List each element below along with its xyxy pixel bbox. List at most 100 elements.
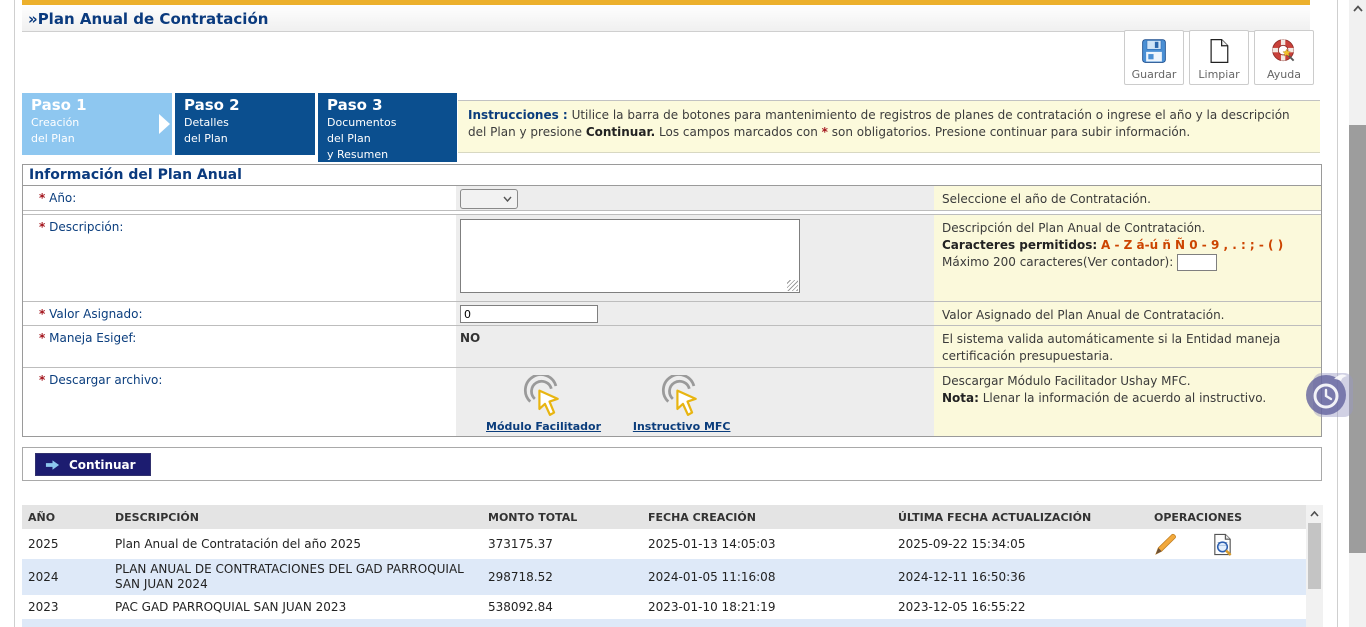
header-operaciones: OPERACIONES [1148, 511, 1306, 524]
form-section-title: Información del Plan Anual [23, 165, 1321, 186]
chevron-down-icon [503, 196, 512, 202]
cell-updated: 2025-09-22 15:34:05 [898, 537, 1148, 551]
table-row-2025: 2025 Plan Anual de Contratación del año … [22, 529, 1306, 559]
descripcion-help-line1: Descripción del Plan Anual de Contrataci… [942, 220, 1311, 237]
cell-updated: 2023-12-05 16:55:22 [898, 600, 1148, 614]
modulo-facilitador-link[interactable]: Módulo Facilitador [486, 375, 601, 433]
step-1-line2: del Plan [31, 131, 172, 147]
continue-button[interactable]: Continuar [35, 453, 151, 476]
right-border-rule [1337, 0, 1338, 627]
valor-help-cell: Valor Asignado del Plan Anual de Contrat… [934, 302, 1321, 325]
esigef-value: NO [460, 329, 934, 345]
esigef-label-cell: * Maneja Esigef: [23, 326, 456, 367]
pencil-icon[interactable] [1154, 533, 1177, 556]
instructions-text-2: Los campos marcados con [655, 125, 821, 139]
cell-operations [1148, 533, 1306, 556]
nota-text: Llenar la información de acuerdo al inst… [979, 391, 1266, 405]
cell-description: PLAN ANUAL DE CONTRATACIONES DEL GAD PAR… [115, 562, 488, 592]
descargar-label: Descargar archivo: [49, 373, 162, 387]
descargar-control-cell: Módulo Facilitador Instructivo MFC [456, 368, 934, 436]
form-row-esigef: * Maneja Esigef: NO El sistema valida au… [23, 326, 1321, 368]
required-asterisk: * [39, 373, 45, 387]
form-row-descripcion: * Descripción: Descripción del Plan Anua… [23, 215, 1321, 302]
scroll-up-icon[interactable] [1306, 505, 1323, 522]
instructivo-mfc-link[interactable]: Instructivo MFC [633, 375, 731, 433]
instructions-text-3: son obligatorios. Presione continuar par… [828, 125, 1190, 139]
esigef-label: Maneja Esigef: [49, 331, 136, 345]
timer-widget-icon [1303, 370, 1351, 418]
descargar-help-cell: Descargar Módulo Facilitador Ushay MFC. … [934, 368, 1321, 436]
step-2-detalles[interactable]: Paso 2 Detalles del Plan [175, 93, 315, 155]
header-ultima-actualizacion: ÚLTIMA FECHA ACTUALIZACIÓN [898, 511, 1148, 524]
descripcion-control-cell [456, 215, 934, 301]
caracteres-permitidos-chars: A - Z á-ú ñ Ñ 0 - 9 , . : ; - ( ) [1101, 238, 1283, 252]
cell-updated: 2024-12-11 16:50:36 [898, 570, 1148, 584]
nota-label: Nota: [942, 391, 979, 405]
plan-anual-page: »Plan Anual de Contratación Guardar Limp… [0, 0, 1366, 627]
form-row-ano: * Año: Seleccione el año de Contratación… [23, 186, 1321, 211]
valor-input[interactable] [460, 305, 598, 323]
table-scrollbar-thumb[interactable] [1308, 523, 1321, 589]
header-ano: AÑO [22, 511, 115, 524]
instructions-box: Instrucciones : Utilice la barra de boto… [458, 100, 1320, 153]
cell-description: Plan Anual de Contratación del año 2025 [115, 537, 488, 552]
clear-button[interactable]: Limpiar [1189, 30, 1249, 85]
required-asterisk: * [39, 331, 45, 345]
instructivo-mfc-label: Instructivo MFC [633, 420, 731, 433]
cell-created: 2024-01-05 11:16:08 [648, 570, 898, 584]
cell-year: 2024 [22, 570, 115, 584]
esigef-control-cell: NO [456, 326, 934, 367]
cell-year: 2025 [22, 537, 115, 551]
step-1-creacion[interactable]: Paso 1 Creación del Plan [22, 93, 172, 155]
header-monto-total: MONTO TOTAL [488, 511, 648, 524]
year-select[interactable] [460, 189, 518, 209]
step-2-title: Paso 2 [184, 96, 315, 115]
save-button[interactable]: Guardar [1124, 30, 1184, 85]
step-3-documentos[interactable]: Paso 3 Documentos del Plan y Resumen [318, 93, 457, 162]
click-download-icon [521, 375, 567, 419]
form-row-valor: * Valor Asignado: Valor Asignado del Pla… [23, 302, 1321, 326]
continue-arrow-icon [45, 459, 60, 471]
click-download-icon [659, 375, 705, 419]
valor-control-cell [456, 302, 934, 325]
floppy-disk-icon [1140, 37, 1168, 65]
page-scrollbar-thumb[interactable] [1349, 125, 1366, 553]
step-3-line3: y Resumen [327, 147, 457, 163]
modulo-facilitador-label: Módulo Facilitador [486, 420, 601, 433]
required-asterisk: * [39, 307, 45, 321]
preview-document-icon[interactable] [1211, 533, 1234, 556]
left-border-rule [14, 0, 15, 627]
descripcion-textarea[interactable] [460, 219, 800, 293]
continue-bar: Continuar [22, 447, 1322, 481]
step-3-title: Paso 3 [327, 96, 457, 115]
timer-extension-widget[interactable] [1303, 370, 1353, 420]
step-2-line1: Detalles [184, 115, 315, 131]
help-button[interactable]: Ayuda [1254, 30, 1314, 85]
scroll-up-icon[interactable] [1349, 0, 1366, 17]
form-row-descargar: * Descargar archivo: Módulo Facilitador [23, 368, 1321, 436]
step-3-line1: Documentos [327, 115, 457, 131]
valor-help-text: Valor Asignado del Plan Anual de Contrat… [942, 308, 1225, 322]
required-asterisk: * [39, 191, 45, 205]
plan-form: Información del Plan Anual * Año: Selecc… [22, 164, 1322, 437]
page-scrollbar[interactable] [1349, 0, 1366, 627]
descripcion-label-cell: * Descripción: [23, 215, 456, 301]
step-3-line2: del Plan [327, 131, 457, 147]
header-fecha-creacion: FECHA CREACIÓN [648, 511, 898, 524]
ano-control-cell [456, 186, 934, 210]
title-bar: »Plan Anual de Contratación [22, 5, 1310, 32]
plans-table: AÑO DESCRIPCIÓN MONTO TOTAL FECHA CREACI… [22, 505, 1306, 627]
required-asterisk: * [39, 220, 45, 234]
descargar-label-cell: * Descargar archivo: [23, 368, 456, 436]
resize-grip-icon[interactable] [787, 280, 798, 291]
cell-description: PAC GAD PARROQUIAL SAN JUAN 2023 [115, 600, 488, 615]
char-counter-input[interactable] [1177, 254, 1217, 271]
cell-year: 2023 [22, 600, 115, 614]
step-1-line1: Creación [31, 115, 172, 131]
table-row-2023: 2023 PAC GAD PARROQUIAL SAN JUAN 2023 53… [22, 595, 1306, 619]
table-scrollbar[interactable] [1306, 505, 1323, 627]
valor-label-cell: * Valor Asignado: [23, 302, 456, 325]
ano-help-text: Seleccione el año de Contratación. [942, 192, 1151, 206]
ano-label-cell: * Año: [23, 186, 456, 210]
header-descripcion: DESCRIPCIÓN [115, 510, 488, 525]
